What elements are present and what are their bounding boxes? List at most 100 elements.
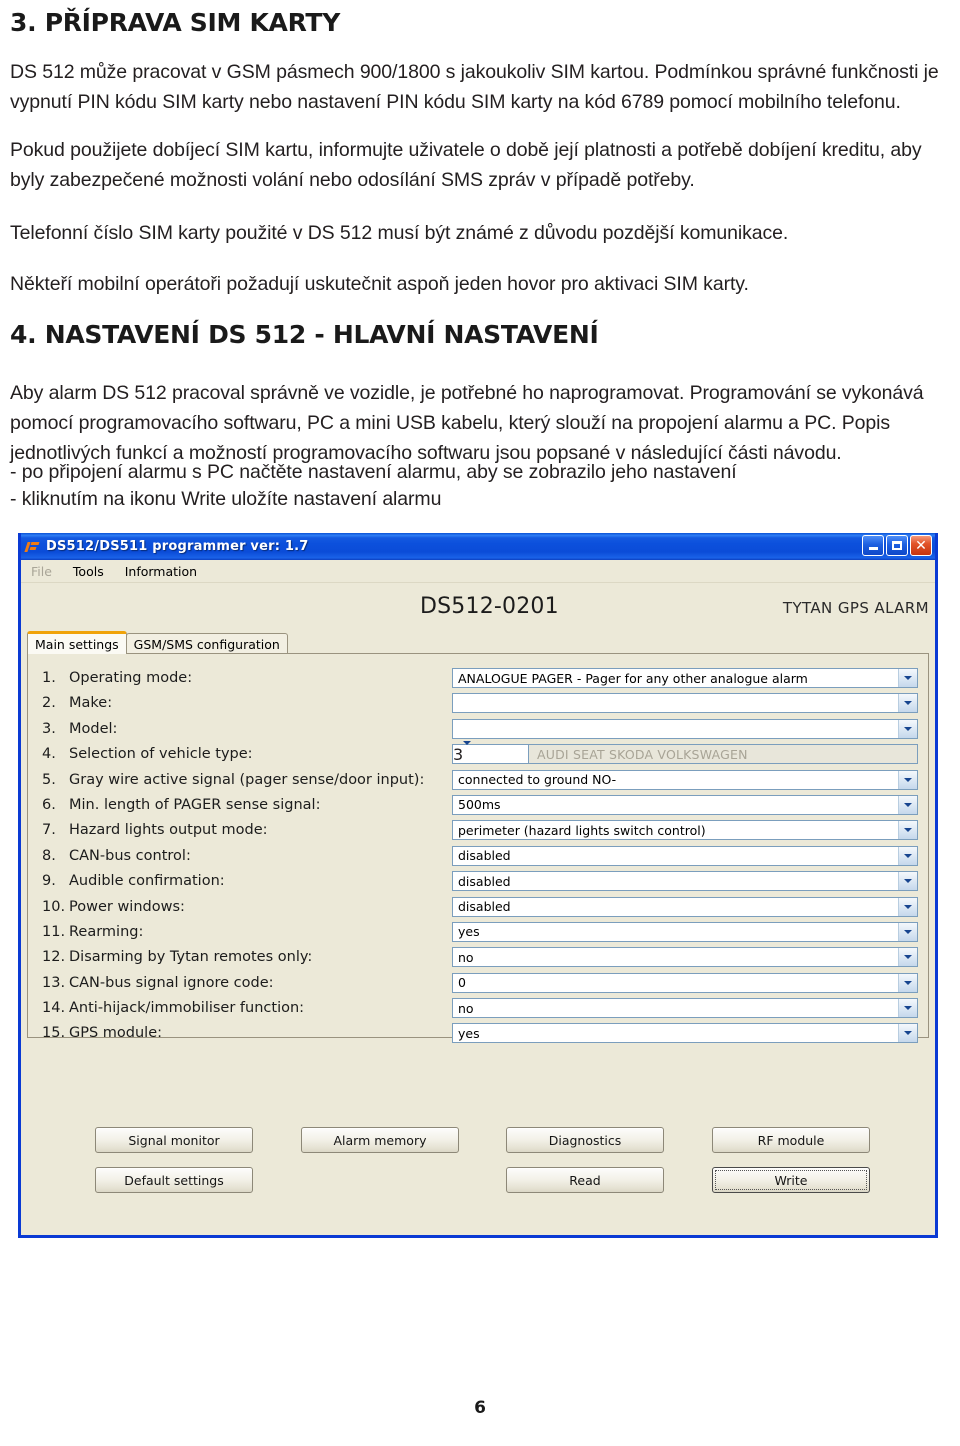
- setting-combobox[interactable]: ANALOGUE PAGER - Pager for any other ana…: [452, 668, 918, 688]
- minimize-icon[interactable]: [862, 535, 884, 556]
- brand-label: TYTAN GPS ALARM: [782, 599, 929, 617]
- read-button[interactable]: Read: [506, 1167, 664, 1193]
- setting-row-label: Disarming by Tytan remotes only:: [69, 949, 313, 966]
- setting-combobox[interactable]: 0: [452, 972, 918, 993]
- paragraph-phone-number: Telefonní číslo SIM karty použité v DS 5…: [10, 222, 789, 244]
- setting-row: 13. CAN-bus signal ignore code: 0: [28, 972, 928, 998]
- menu-item-tools[interactable]: Tools: [69, 563, 108, 580]
- paragraph-programming: Aby alarm DS 512 pracoval správně ve voz…: [10, 382, 924, 464]
- setting-row-label: Hazard lights output mode:: [69, 822, 268, 839]
- setting-row-number: 15.: [42, 1025, 66, 1042]
- setting-combobox[interactable]: yes: [452, 921, 918, 942]
- setting-row-number: 4.: [42, 746, 56, 763]
- action-button-area: Signal monitor Alarm memory Diagnostics …: [21, 1101, 935, 1221]
- setting-combobox[interactable]: perimeter (hazard lights switch control): [452, 820, 918, 841]
- default-settings-button[interactable]: Default settings: [95, 1167, 253, 1193]
- setting-row-label: Power windows:: [69, 898, 185, 915]
- setting-row-number: 14.: [42, 1000, 66, 1017]
- setting-row-number: 2.: [42, 695, 56, 712]
- diagnostics-button[interactable]: Diagnostics: [506, 1127, 664, 1153]
- setting-row-label: CAN-bus control:: [69, 847, 191, 864]
- setting-combobox-value: disabled: [458, 899, 511, 915]
- setting-row: 15. GPS module: yes: [28, 1023, 928, 1048]
- device-id-label: DS512-0201: [420, 594, 559, 619]
- tab-gsm-sms-configuration[interactable]: GSM/SMS configuration: [125, 633, 288, 654]
- menu-item-information[interactable]: Information: [121, 563, 201, 580]
- setting-combobox[interactable]: [452, 693, 918, 714]
- tab-strip: Main settings GSM/SMS configuration: [27, 631, 935, 654]
- close-icon[interactable]: ✕: [910, 535, 932, 556]
- chevron-down-icon[interactable]: [898, 719, 917, 738]
- chevron-down-icon[interactable]: [898, 872, 917, 891]
- setting-combobox[interactable]: disabled: [452, 845, 918, 866]
- setting-combobox[interactable]: [452, 718, 918, 739]
- setting-combobox-value: no: [458, 1000, 474, 1016]
- chevron-down-icon[interactable]: [463, 740, 472, 764]
- paragraph-prepaid-sim: Pokud použijete dobíjecí SIM kartu, info…: [10, 139, 922, 191]
- setting-combobox[interactable]: 500ms: [452, 794, 918, 815]
- setting-combobox[interactable]: 3: [452, 740, 529, 765]
- chevron-down-icon[interactable]: [898, 973, 917, 992]
- setting-row-label: Gray wire active signal (pager sense/doo…: [69, 771, 425, 788]
- chevron-down-icon[interactable]: [898, 694, 917, 713]
- setting-combobox[interactable]: no: [452, 998, 918, 1019]
- setting-combobox[interactable]: no: [452, 947, 918, 968]
- setting-row-label: Rearming:: [69, 923, 144, 940]
- setting-row: 7. Hazard lights output mode: perimeter (h…: [28, 820, 928, 845]
- setting-combobox-value: perimeter (hazard lights switch control): [458, 822, 706, 838]
- chevron-down-icon[interactable]: [898, 795, 917, 814]
- bullet-write-settings: - kliknutím na ikonu Write uložíte nasta…: [10, 488, 442, 510]
- chevron-down-icon[interactable]: [898, 821, 917, 840]
- setting-row: 10. Power windows: disabled: [28, 896, 928, 922]
- setting-combobox[interactable]: connected to ground NO-: [452, 769, 918, 790]
- setting-row: 14. Anti-hijack/immobiliser function: no: [28, 998, 928, 1023]
- setting-combobox[interactable]: disabled: [452, 871, 918, 892]
- chevron-down-icon[interactable]: [898, 1024, 917, 1043]
- menu-item-file[interactable]: File: [27, 563, 56, 580]
- chevron-down-icon[interactable]: [898, 999, 917, 1018]
- setting-row-label: Model:: [69, 720, 118, 737]
- setting-row: 12. Disarming by Tytan remotes only: no: [28, 947, 928, 972]
- setting-combobox[interactable]: disabled: [452, 896, 918, 917]
- setting-row-number: 6.: [42, 796, 56, 813]
- section-heading-3: 3. PŘÍPRAVA SIM KARTY: [10, 8, 340, 37]
- tab-main-settings[interactable]: Main settings: [27, 631, 127, 654]
- setting-row: 5. Gray wire active signal (pager sense/d…: [28, 769, 928, 795]
- window-controls: ✕: [862, 535, 932, 556]
- setting-row: 11. Rearming: yes: [28, 921, 928, 947]
- setting-combobox-value: yes: [458, 924, 480, 940]
- setting-row-number: 3.: [42, 720, 56, 737]
- setting-row-number: 13.: [42, 974, 66, 991]
- chevron-down-icon[interactable]: [898, 846, 917, 865]
- chevron-down-icon[interactable]: [898, 922, 917, 941]
- setting-row-number: 10.: [42, 898, 66, 915]
- setting-row-label: CAN-bus signal ignore code:: [69, 974, 274, 991]
- setting-row-label: GPS module:: [69, 1025, 163, 1042]
- setting-row-number: 11.: [42, 923, 66, 940]
- setting-combobox-value: disabled: [458, 848, 511, 864]
- window-titlebar: DS512/DS511 programmer ver: 1.7 ✕: [21, 533, 935, 560]
- paragraph-sim-bands: DS 512 může pracovat v GSM pásmech 900/1…: [10, 61, 939, 113]
- chevron-down-icon[interactable]: [898, 948, 917, 967]
- chevron-down-icon[interactable]: [898, 669, 917, 687]
- main-settings-panel: 1. Operating mode: ANALOGUE PAGER - Pager …: [27, 653, 929, 1044]
- setting-row: 8. CAN-bus control: disabled: [28, 845, 928, 871]
- setting-row: 4. Selection of vehicle type: AUDI SEAT SK…: [28, 740, 928, 769]
- chevron-down-icon[interactable]: [898, 770, 917, 789]
- maximize-icon[interactable]: [886, 535, 908, 556]
- setting-row: 1. Operating mode: ANALOGUE PAGER - Pager …: [28, 668, 928, 693]
- section-heading-4: 4. NASTAVENÍ DS 512 - HLAVNÍ NASTAVENÍ: [10, 320, 599, 349]
- setting-combobox-value: 3: [453, 744, 464, 764]
- rf-module-button[interactable]: RF module: [712, 1127, 870, 1153]
- paragraph-operator-activation: Někteří mobilní operátoři požadují uskut…: [10, 273, 749, 295]
- write-button[interactable]: Write: [712, 1167, 870, 1193]
- chevron-down-icon[interactable]: [898, 897, 917, 916]
- settings-rows: 1. Operating mode: ANALOGUE PAGER - Pager …: [28, 668, 928, 1049]
- setting-row-label: Selection of vehicle type:: [69, 746, 253, 763]
- setting-row-label: Audible confirmation:: [69, 873, 225, 890]
- setting-row-label: Anti-hijack/immobiliser function:: [69, 1000, 305, 1017]
- signal-monitor-button[interactable]: Signal monitor: [95, 1127, 253, 1153]
- alarm-memory-button[interactable]: Alarm memory: [301, 1127, 459, 1153]
- setting-row: 6. Min. length of PAGER sense signal: 500m…: [28, 794, 928, 820]
- setting-combobox[interactable]: yes: [452, 1023, 918, 1044]
